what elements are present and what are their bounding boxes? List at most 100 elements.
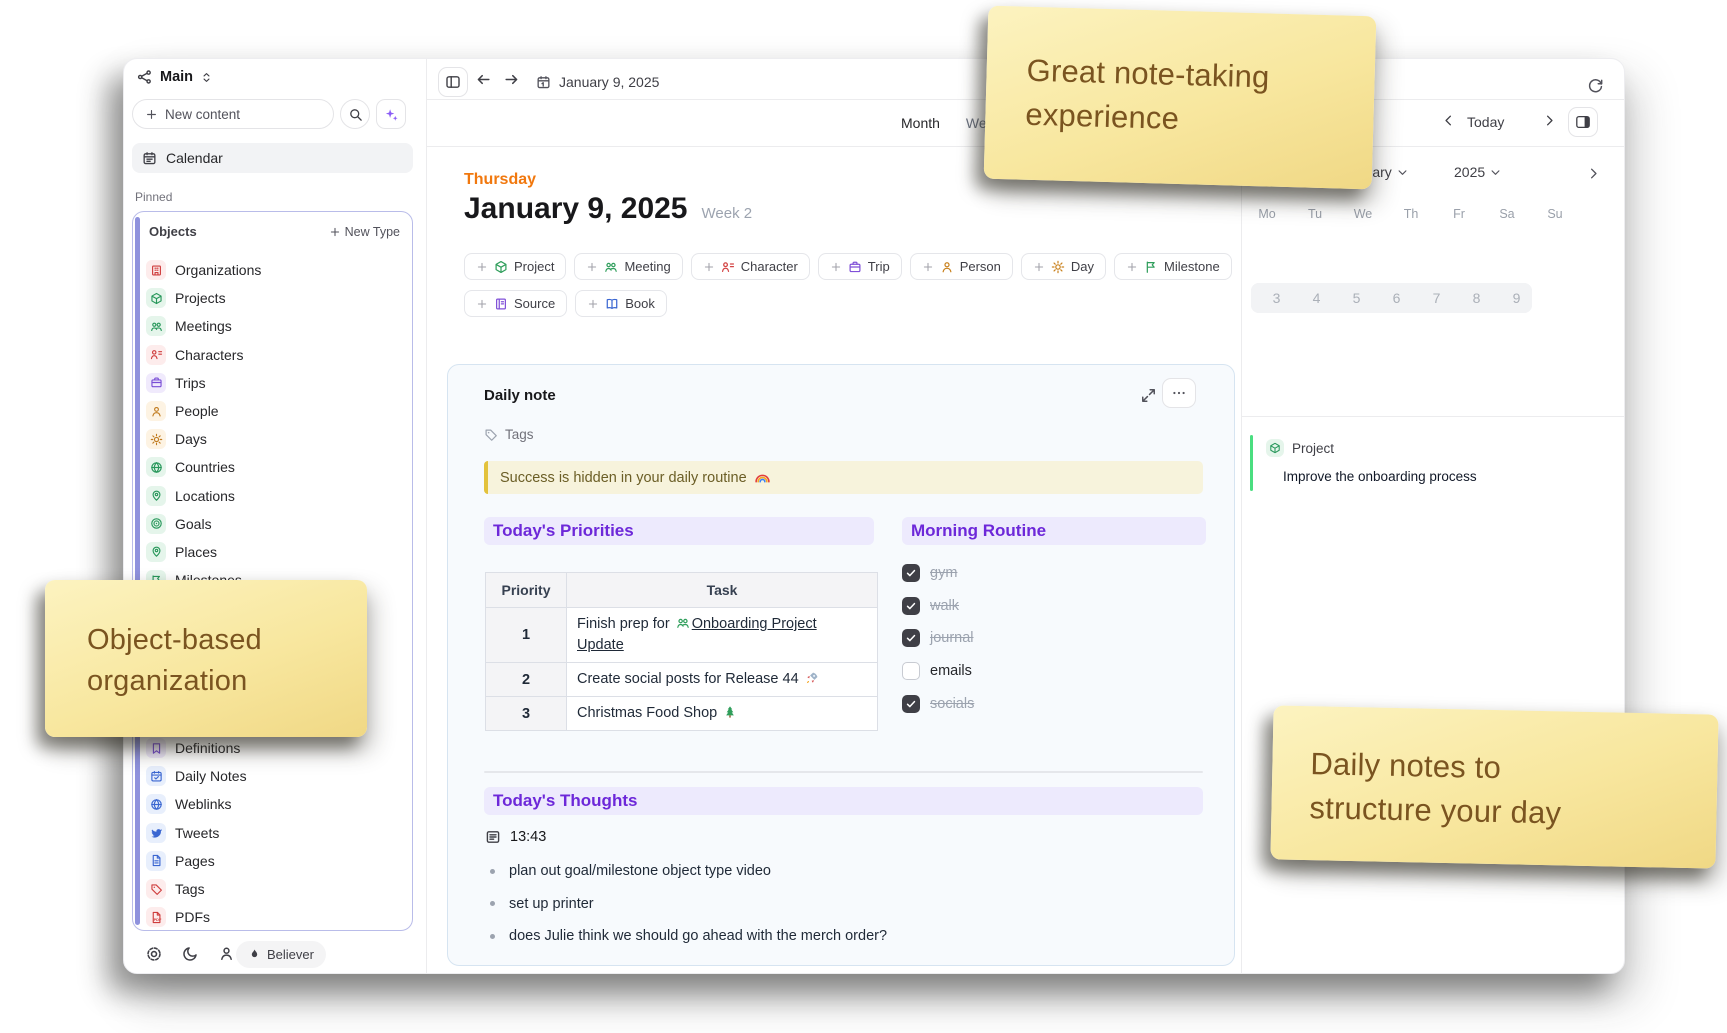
character-icon xyxy=(721,260,735,274)
new-type-button[interactable]: New Type xyxy=(329,225,400,239)
next-day-button[interactable] xyxy=(1542,113,1557,131)
sidebar-item-countries[interactable]: Countries xyxy=(133,453,412,481)
account-button[interactable] xyxy=(218,945,235,965)
add-milestone-button[interactable]: Milestone xyxy=(1114,253,1232,280)
building-icon xyxy=(146,260,166,280)
sidebar-toggle-button[interactable] xyxy=(438,67,468,97)
believer-badge[interactable]: Believer xyxy=(236,941,326,968)
tab-month[interactable]: Month xyxy=(901,115,940,131)
calendar-day-8[interactable]: 8 xyxy=(1461,283,1492,314)
checklist-item-emails[interactable]: emails xyxy=(902,655,974,688)
weekday-label: Thursday xyxy=(464,171,536,189)
workspace-switcher[interactable]: Main xyxy=(137,69,213,85)
add-day-button[interactable]: Day xyxy=(1021,253,1106,280)
pin-icon xyxy=(146,542,166,562)
right-panel-toggle-button[interactable] xyxy=(1568,107,1598,137)
sidebar-item-label: Meetings xyxy=(175,318,232,334)
checkbox[interactable] xyxy=(902,564,920,582)
checklist-item-gym[interactable]: gym xyxy=(902,557,974,590)
sidebar-item-tweets[interactable]: Tweets xyxy=(133,819,412,847)
checkbox[interactable] xyxy=(902,597,920,615)
add-person-button[interactable]: Person xyxy=(910,253,1013,280)
add-character-button[interactable]: Character xyxy=(691,253,810,280)
sidebar-item-people[interactable]: People xyxy=(133,397,412,425)
sidebar-item-goals[interactable]: Goals xyxy=(133,510,412,538)
checkbox[interactable] xyxy=(902,629,920,647)
project-entry[interactable]: Project xyxy=(1266,439,1334,457)
sync-button[interactable] xyxy=(1587,77,1604,97)
add-project-button[interactable]: Project xyxy=(464,253,566,280)
forward-button[interactable] xyxy=(503,71,520,91)
sidebar-item-calendar[interactable]: Calendar xyxy=(132,143,413,173)
checklist-item-walk[interactable]: walk xyxy=(902,590,974,623)
thought-bullet: set up printer xyxy=(490,888,887,921)
sidebar-item-daily-notes[interactable]: Daily Notes xyxy=(133,762,412,790)
calendar-day-6[interactable]: 6 xyxy=(1381,283,1412,314)
sidebar-item-places[interactable]: Places xyxy=(133,538,412,566)
ai-assistant-button[interactable] xyxy=(376,99,406,129)
calendar-day-3[interactable]: 3 xyxy=(1261,283,1292,314)
chevron-left-icon xyxy=(1441,113,1456,128)
expand-icon xyxy=(1140,387,1157,404)
calendar-day-7[interactable]: 7 xyxy=(1421,283,1452,314)
sidebar-item-characters[interactable]: Characters xyxy=(133,341,412,369)
next-month-button[interactable] xyxy=(1586,166,1601,184)
tags-field[interactable]: Tags xyxy=(484,427,534,442)
checklist-item-journal[interactable]: journal xyxy=(902,622,974,655)
checklist-item-socials[interactable]: socials xyxy=(902,687,974,720)
sidebar-item-days[interactable]: Days xyxy=(133,425,412,453)
sidebar-item-pages[interactable]: Pages xyxy=(133,847,412,875)
theme-toggle-button[interactable] xyxy=(182,945,199,965)
year-label: 2025 xyxy=(1454,164,1485,180)
add-book-button[interactable]: Book xyxy=(575,290,667,317)
back-button[interactable] xyxy=(475,71,492,91)
calendar-weekday-header: MoTuWeThFrSaSu xyxy=(1243,199,1579,230)
task-cell: Create social posts for Release 44 xyxy=(567,663,878,697)
calendar-day-9[interactable]: 9 xyxy=(1501,283,1532,314)
calendar-date-icon xyxy=(536,75,551,90)
sidebar-item-trips[interactable]: Trips xyxy=(133,369,412,397)
checkbox[interactable] xyxy=(902,695,920,713)
briefcase-icon xyxy=(848,260,862,274)
bird-icon xyxy=(146,823,166,843)
breadcrumb-date[interactable]: January 9, 2025 xyxy=(536,67,659,97)
today-button[interactable]: Today xyxy=(1467,114,1504,130)
cube-icon xyxy=(494,260,508,274)
new-content-button[interactable]: New content xyxy=(132,99,334,129)
settings-button[interactable] xyxy=(145,945,163,966)
flag-icon xyxy=(1144,260,1158,274)
quote-callout: Success is hidden in your daily routine xyxy=(484,461,1203,494)
journal-icon xyxy=(485,829,501,845)
search-button[interactable] xyxy=(340,99,370,129)
people-icon xyxy=(604,260,618,274)
sidebar-item-pdfs[interactable]: PDFPDFs xyxy=(133,903,412,931)
table-row: 2Create social posts for Release 44 xyxy=(486,663,878,697)
workspace-icon xyxy=(137,69,153,85)
project-title[interactable]: Improve the onboarding process xyxy=(1283,469,1477,484)
quote-text: Success is hidden in your daily routine xyxy=(500,470,747,486)
plus-icon xyxy=(830,261,842,273)
add-trip-button[interactable]: Trip xyxy=(818,253,902,280)
sidebar-item-definitions[interactable]: Definitions xyxy=(133,734,412,762)
sidebar-item-locations[interactable]: Locations xyxy=(133,482,412,510)
more-options-button[interactable] xyxy=(1162,378,1196,408)
add-meeting-button[interactable]: Meeting xyxy=(574,253,682,280)
sidebar-item-weblinks[interactable]: Weblinks xyxy=(133,790,412,818)
sidebar-item-tags[interactable]: Tags xyxy=(133,875,412,903)
prev-day-button[interactable] xyxy=(1441,113,1456,131)
sidebar-item-organizations[interactable]: Organizations xyxy=(133,256,412,284)
expand-button[interactable] xyxy=(1140,387,1157,404)
calendar-day-5[interactable]: 5 xyxy=(1341,283,1372,314)
left-sidebar: Main New content Calendar Pinned xyxy=(124,59,426,973)
task-text: Create social posts for Release 44 xyxy=(577,671,803,687)
sidebar-footer: Believer xyxy=(124,935,421,973)
sidebar-item-meetings[interactable]: Meetings xyxy=(133,312,412,340)
calendar-day-4[interactable]: 4 xyxy=(1301,283,1332,314)
table-row: 1Finish prep for Onboarding Project Upda… xyxy=(486,608,878,663)
plus-icon xyxy=(1126,261,1138,273)
checkbox[interactable] xyxy=(902,662,920,680)
sidebar-item-label: People xyxy=(175,403,219,419)
sidebar-item-projects[interactable]: Projects xyxy=(133,284,412,312)
year-select[interactable]: 2025 xyxy=(1454,164,1502,180)
add-source-button[interactable]: Source xyxy=(464,290,567,317)
